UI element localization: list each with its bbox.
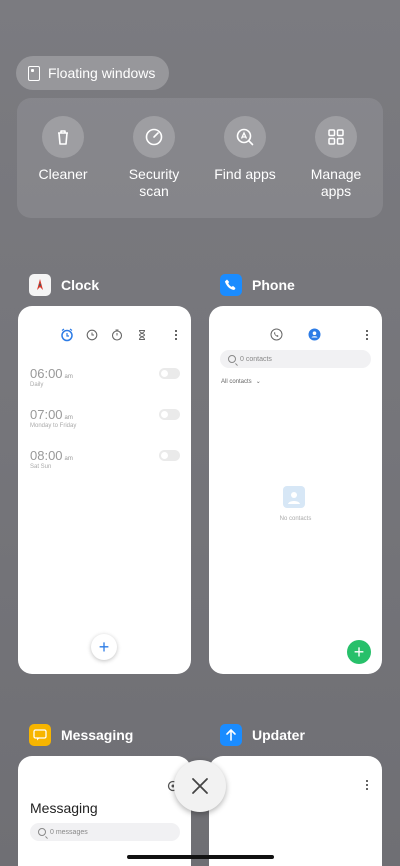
- timer-tab-icon[interactable]: [136, 329, 148, 341]
- messaging-app-name: Messaging: [61, 727, 134, 743]
- world-clock-tab-icon[interactable]: [86, 329, 98, 341]
- chevron-down-icon: ⌄: [255, 379, 261, 385]
- clock-more-icon[interactable]: [175, 330, 177, 340]
- search-icon: [38, 828, 46, 836]
- recents-tab-icon[interactable]: [270, 328, 283, 341]
- stopwatch-tab-icon[interactable]: [111, 329, 123, 341]
- alarm-toggle[interactable]: [159, 409, 180, 420]
- updater-app-icon: [220, 724, 242, 746]
- grid-icon: [315, 116, 357, 158]
- plus-icon: +: [98, 636, 110, 657]
- clock-tabs: [18, 328, 191, 342]
- contacts-tab-icon[interactable]: [308, 328, 321, 341]
- cleaner-button[interactable]: Cleaner: [18, 116, 108, 183]
- updater-app-name: Updater: [252, 727, 305, 743]
- updater-app-card[interactable]: [209, 756, 382, 866]
- messaging-app-header: Messaging: [29, 723, 133, 747]
- phone-tabs: [209, 328, 382, 342]
- search-a-icon: [224, 116, 266, 158]
- floating-windows-button[interactable]: Floating windows: [16, 56, 170, 90]
- gauge-icon: [133, 116, 175, 158]
- empty-contacts-text: No contacts: [279, 516, 312, 522]
- contacts-filter[interactable]: All contacts ⌄: [221, 378, 261, 386]
- messaging-title: Messaging: [30, 800, 98, 816]
- search-icon: [228, 355, 236, 363]
- phone-app-icon: [220, 274, 242, 296]
- floating-window-icon: [28, 65, 40, 81]
- add-alarm-button[interactable]: +: [91, 634, 117, 660]
- security-scan-button[interactable]: Security scan: [109, 116, 199, 200]
- clear-all-button[interactable]: [174, 760, 226, 812]
- phone-app-name: Phone: [252, 277, 295, 293]
- phone-app-card[interactable]: 0 contacts All contacts ⌄ No contacts +: [209, 306, 382, 674]
- home-indicator[interactable]: [127, 855, 274, 859]
- contacts-search-input[interactable]: 0 contacts: [220, 350, 371, 368]
- quick-actions-panel: Cleaner Security scan Find apps Manage a…: [17, 98, 383, 218]
- phone-more-icon[interactable]: [366, 330, 368, 340]
- trash-icon: [42, 116, 84, 158]
- empty-contacts-icon: [283, 486, 305, 508]
- phone-app-header: Phone: [220, 273, 295, 297]
- messaging-app-card[interactable]: Messaging 0 messages: [18, 756, 191, 866]
- clock-app-card[interactable]: 06:00 am Daily 07:00 am Monday to Friday 0…: [18, 306, 191, 674]
- clock-app-icon: [29, 274, 51, 296]
- alarm-item[interactable]: 07:00 am Monday to Friday: [30, 407, 180, 429]
- updater-app-header: Updater: [220, 723, 305, 747]
- updater-more-icon[interactable]: [366, 780, 368, 790]
- find-apps-button[interactable]: Find apps: [200, 116, 290, 183]
- alarm-tab-icon[interactable]: [60, 328, 74, 342]
- manage-apps-button[interactable]: Manage apps: [291, 116, 381, 200]
- clock-app-header: Clock: [29, 273, 99, 297]
- messages-search-input[interactable]: 0 messages: [30, 823, 180, 841]
- alarm-item[interactable]: 08:00 am Sat Sun: [30, 448, 180, 470]
- floating-windows-label: Floating windows: [48, 65, 156, 81]
- add-contact-button[interactable]: +: [347, 640, 371, 664]
- alarm-item[interactable]: 06:00 am Daily: [30, 366, 180, 388]
- close-icon: [192, 778, 208, 794]
- clock-app-name: Clock: [61, 277, 100, 293]
- plus-icon: +: [353, 641, 365, 662]
- messaging-app-icon: [29, 724, 51, 746]
- alarm-toggle[interactable]: [159, 368, 180, 379]
- alarm-toggle[interactable]: [159, 450, 180, 461]
